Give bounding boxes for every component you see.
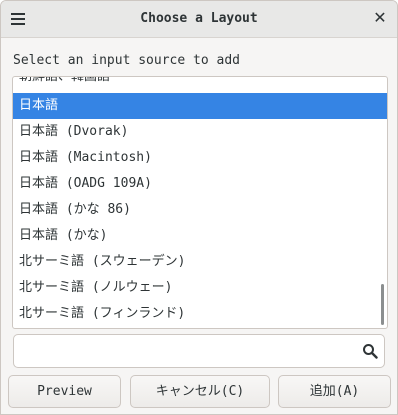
dialog-title: Choose a Layout bbox=[140, 11, 258, 26]
search-field[interactable] bbox=[13, 334, 385, 368]
list-item[interactable]: 朝鮮語、韓国語 bbox=[13, 77, 387, 90]
list-item[interactable]: 北サーミ語 (スウェーデン) bbox=[13, 249, 387, 275]
search-icon[interactable] bbox=[362, 343, 378, 359]
list-item[interactable]: 日本語 (OADG 109A) bbox=[13, 171, 387, 197]
choose-layout-dialog: Choose a Layout ✕ Select an input source… bbox=[0, 0, 398, 415]
cancel-button[interactable]: キャンセル(C) bbox=[130, 375, 270, 408]
list-item[interactable]: 北サーミ語 (ノルウェー) bbox=[13, 275, 387, 301]
preview-button[interactable]: Preview bbox=[8, 375, 121, 408]
list-item[interactable]: 日本語 (かな) bbox=[13, 223, 387, 249]
instruction-label: Select an input source to add bbox=[13, 53, 240, 68]
list-item[interactable]: 北サーミ語 (フィンランド) bbox=[13, 301, 387, 327]
list-item[interactable]: 日本語 (かな 86) bbox=[13, 197, 387, 223]
list-item-selected[interactable]: 日本語 bbox=[13, 93, 387, 119]
close-icon[interactable]: ✕ bbox=[371, 9, 389, 27]
title-bar: Choose a Layout ✕ bbox=[1, 1, 397, 38]
list-item[interactable]: 日本語 (Macintosh) bbox=[13, 145, 387, 171]
list-scrollbar[interactable] bbox=[381, 284, 384, 325]
search-input[interactable] bbox=[20, 340, 354, 364]
input-source-list[interactable]: 朝鮮語、韓国語 日本語 日本語 (Dvorak) 日本語 (Macintosh)… bbox=[12, 76, 388, 329]
list-item[interactable]: 日本語 (Dvorak) bbox=[13, 119, 387, 145]
add-button[interactable]: 追加(A) bbox=[278, 375, 391, 408]
